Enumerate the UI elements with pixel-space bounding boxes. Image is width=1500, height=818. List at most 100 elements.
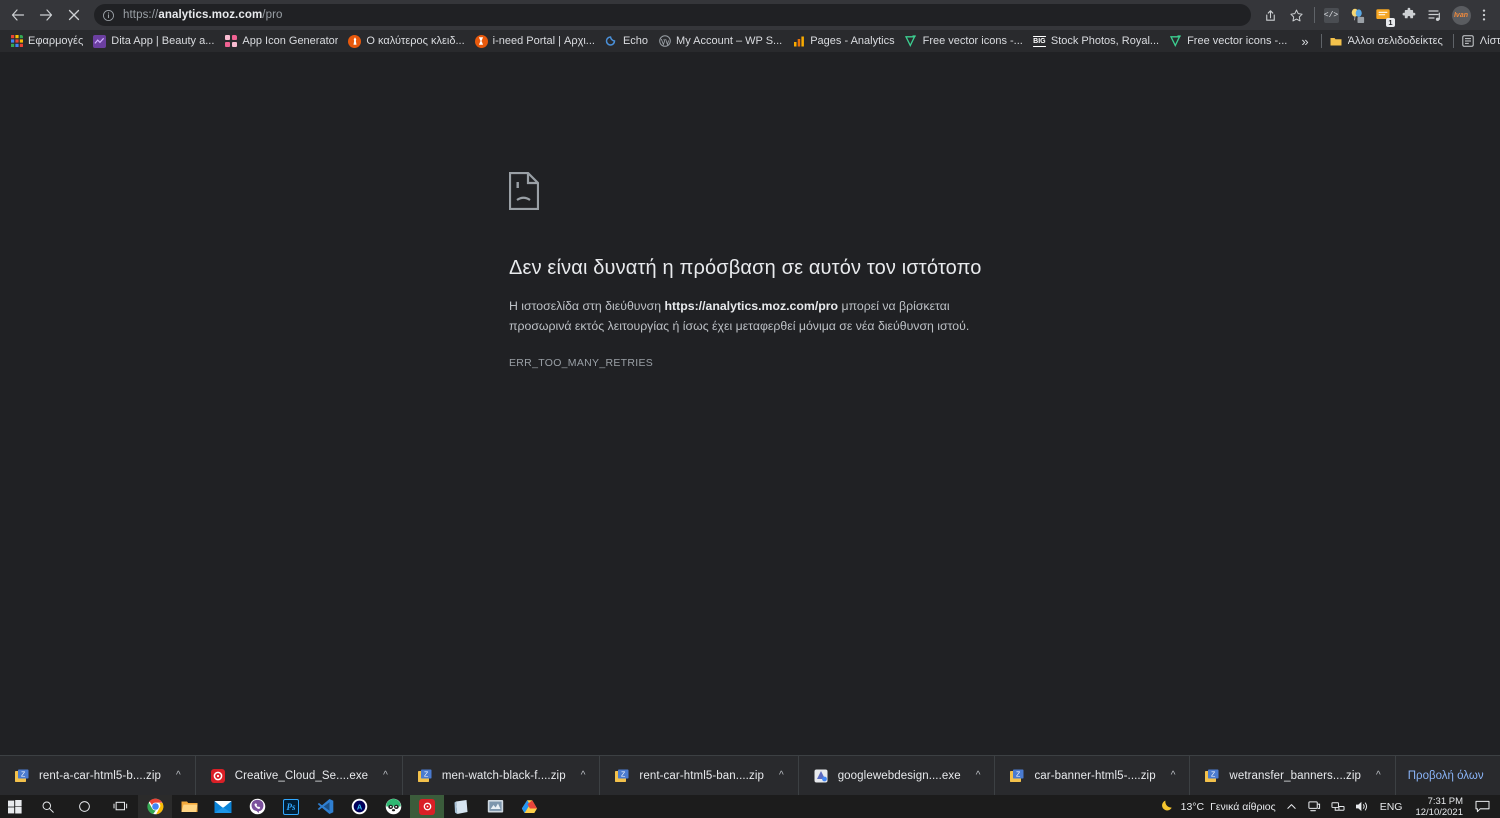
error-code: ERR_TOO_MANY_RETRIES xyxy=(509,357,1109,369)
search-button[interactable] xyxy=(30,795,66,818)
vscode-taskbar-icon[interactable] xyxy=(308,795,342,818)
notes-extension-icon[interactable]: 1 xyxy=(1370,2,1396,28)
bookmark-item-flaticon-2[interactable]: Free vector icons -... xyxy=(1165,33,1293,50)
download-item[interactable]: googlewebdesign....exe ^ xyxy=(799,756,996,796)
notepad-taskbar-icon[interactable] xyxy=(444,795,478,818)
bookmarks-divider xyxy=(1321,34,1322,48)
puzzle-extensions-icon[interactable] xyxy=(1396,2,1422,28)
weather-temperature: 13°C xyxy=(1181,801,1204,813)
show-all-downloads-button[interactable]: Προβολή όλων xyxy=(1396,764,1496,788)
download-item[interactable]: Z men-watch-black-f....zip ^ xyxy=(403,756,601,796)
bookmark-item-echo[interactable]: Echo xyxy=(601,33,654,50)
bookmark-label: My Account – WP S... xyxy=(676,35,782,47)
weather-condition: Γενικά αίθριος xyxy=(1210,801,1276,813)
download-item[interactable]: Z car-banner-html5-....zip ^ xyxy=(995,756,1190,796)
bookmark-item-app-icon-generator[interactable]: App Icon Generator xyxy=(220,33,344,50)
notes-badge: 1 xyxy=(1386,18,1395,27)
code-extension-icon[interactable]: </> xyxy=(1318,2,1344,28)
forward-arrow-icon xyxy=(38,7,54,23)
bookmark-item-flaticon-1[interactable]: Free vector icons -... xyxy=(901,33,1029,50)
page-content-area: Δεν είναι δυνατή η πρόσβαση σε αυτόν τον… xyxy=(0,52,1500,755)
url-text: https://analytics.moz.com/pro xyxy=(123,9,283,21)
bookmarks-overflow-button[interactable]: » xyxy=(1293,34,1316,49)
creative-cloud-taskbar-icon[interactable] xyxy=(410,795,444,818)
onedrive-tray-icon[interactable] xyxy=(1302,795,1326,818)
download-menu-caret[interactable]: ^ xyxy=(377,771,394,781)
volume-tray-icon[interactable] xyxy=(1350,795,1375,818)
panda-taskbar-icon[interactable] xyxy=(376,795,410,818)
close-x-icon xyxy=(66,7,82,23)
language-indicator[interactable]: ENG xyxy=(1375,795,1408,818)
reading-list-icon[interactable] xyxy=(1422,2,1448,28)
orange-key-icon xyxy=(348,35,361,48)
network-tray-icon[interactable] xyxy=(1326,795,1350,818)
download-item[interactable]: Z rent-car-html5-ban....zip ^ xyxy=(600,756,798,796)
bookmark-item-kleid[interactable]: Ο καλύτερος κλειδ... xyxy=(344,33,470,50)
download-item[interactable]: Creative_Cloud_Se....exe ^ xyxy=(196,756,403,796)
google-web-designer-icon xyxy=(813,768,829,784)
drive-taskbar-icon[interactable] xyxy=(512,795,546,818)
close-download-shelf-button[interactable]: ✕ xyxy=(1496,769,1500,782)
tray-overflow-button[interactable] xyxy=(1281,795,1302,818)
bookmark-item-pages-analytics[interactable]: Pages - Analytics xyxy=(788,33,900,50)
forward-button[interactable] xyxy=(32,1,60,29)
download-menu-caret[interactable]: ^ xyxy=(1370,771,1387,781)
download-filename: googlewebdesign....exe xyxy=(838,770,961,782)
animate-taskbar-icon[interactable]: A xyxy=(342,795,376,818)
download-menu-caret[interactable]: ^ xyxy=(1165,771,1182,781)
back-button[interactable] xyxy=(4,1,32,29)
file-explorer-taskbar-icon[interactable] xyxy=(172,795,206,818)
creative-cloud-icon xyxy=(210,768,226,784)
download-filename: men-watch-black-f....zip xyxy=(442,770,566,782)
share-icon[interactable] xyxy=(1257,2,1283,28)
bookmark-item-other-bookmarks[interactable]: Άλλοι σελιδοδείκτες xyxy=(1326,33,1449,50)
start-button[interactable] xyxy=(0,795,30,818)
chrome-menu-icon[interactable] xyxy=(1474,2,1494,28)
bookmark-item-apps[interactable]: Εφαρμογές xyxy=(6,33,89,50)
media-taskbar-icon[interactable] xyxy=(478,795,512,818)
bookmark-item-dita-app[interactable]: Dita App | Beauty a... xyxy=(89,33,220,50)
download-filename: rent-a-car-html5-b....zip xyxy=(39,770,161,782)
cortana-button[interactable] xyxy=(66,795,102,818)
error-body-url: https://analytics.moz.com/pro xyxy=(665,299,839,313)
bookmark-label: Stock Photos, Royal... xyxy=(1051,35,1159,47)
bookmark-item-wordpress[interactable]: My Account – WP S... xyxy=(654,33,788,50)
notification-center-icon[interactable] xyxy=(1471,795,1498,818)
windows-taskbar: Ps A xyxy=(0,795,1500,818)
profile-avatar-icon[interactable]: Ivan xyxy=(1448,2,1474,28)
download-item[interactable]: Z wetransfer_banners....zip ^ xyxy=(1190,756,1395,796)
bookmark-item-reading-list[interactable]: Λίστα ανάγνωσης xyxy=(1458,33,1500,50)
svg-text:Z: Z xyxy=(621,771,626,778)
download-item[interactable]: Z rent-a-car-html5-b....zip ^ xyxy=(0,756,196,796)
svg-text:Z: Z xyxy=(1016,771,1021,778)
bookmark-label: Άλλοι σελιδοδείκτες xyxy=(1348,35,1443,47)
stop-loading-button[interactable] xyxy=(60,1,88,29)
bigstock-icon: BIG xyxy=(1033,35,1046,48)
bookmark-item-ineed-portal[interactable]: i-need Portal | Αρχι... xyxy=(471,33,601,50)
download-menu-caret[interactable]: ^ xyxy=(773,771,790,781)
weather-widget[interactable]: 13°C Γενικά αίθριος xyxy=(1154,795,1281,818)
photoshop-taskbar-icon[interactable]: Ps xyxy=(274,795,308,818)
bookmark-item-bigstock[interactable]: BIG Stock Photos, Royal... xyxy=(1029,33,1165,50)
bookmark-star-icon[interactable] xyxy=(1283,2,1309,28)
download-menu-caret[interactable]: ^ xyxy=(170,771,187,781)
clock-widget[interactable]: 7:31 PM 12/10/2021 xyxy=(1407,795,1471,818)
address-bar[interactable]: https://analytics.moz.com/pro xyxy=(94,4,1251,26)
balloons-extension-icon[interactable] xyxy=(1344,2,1370,28)
zip-file-icon: Z xyxy=(614,768,630,784)
error-body-before: Η ιστοσελίδα στη διεύθυνση xyxy=(509,299,665,313)
browser-toolbar: https://analytics.moz.com/pro </> xyxy=(0,0,1500,30)
chevron-up-icon xyxy=(1286,801,1297,812)
dita-app-icon xyxy=(93,35,106,48)
mail-taskbar-icon[interactable] xyxy=(206,795,240,818)
flaticon-icon xyxy=(1169,35,1182,48)
clock-time: 7:31 PM xyxy=(1428,796,1463,807)
bookmark-label: Λίστα ανάγνωσης xyxy=(1480,35,1500,47)
download-menu-caret[interactable]: ^ xyxy=(575,771,592,781)
info-circle-icon[interactable] xyxy=(102,9,115,22)
analytics-bars-icon xyxy=(792,35,805,48)
task-view-button[interactable] xyxy=(102,795,138,818)
viber-taskbar-icon[interactable] xyxy=(240,795,274,818)
download-menu-caret[interactable]: ^ xyxy=(970,771,987,781)
chrome-taskbar-icon[interactable] xyxy=(138,795,172,818)
